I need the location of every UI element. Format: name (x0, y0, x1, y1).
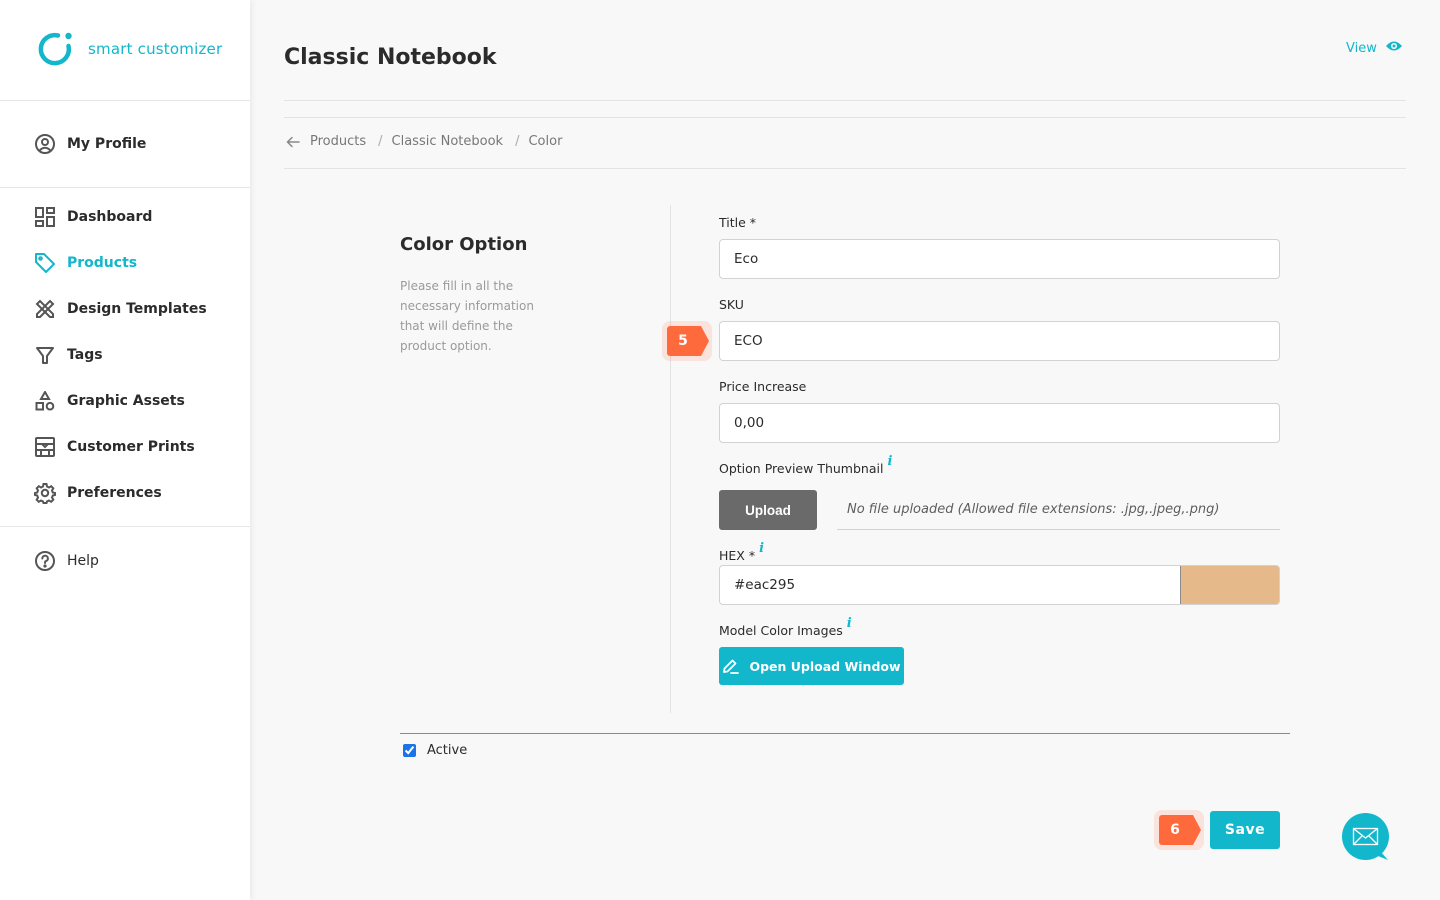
dashboard-icon (34, 206, 56, 228)
thumbnail-label: Option Preview Thumbnail i (719, 454, 892, 476)
sidebar-item-label: Help (67, 553, 99, 569)
step-marker-6: 6 (1154, 810, 1204, 850)
upload-button[interactable]: Upload (719, 490, 817, 530)
sidebar-item-label: Design Templates (67, 301, 207, 317)
section-title: Color Option (400, 234, 528, 255)
section-description: Please fill in all the necessary informa… (400, 279, 534, 353)
sidebar-divider (0, 526, 250, 527)
step-arrow (701, 326, 709, 356)
step-number: 5 (667, 326, 701, 356)
form-footer-divider (400, 733, 1290, 734)
title-label: Title * (719, 215, 756, 230)
help-circle-icon (34, 550, 56, 572)
price-increase-label-text: Price Increase (719, 379, 807, 394)
step-arrow (1193, 815, 1201, 845)
sku-label-text: SKU (719, 297, 744, 312)
sku-input[interactable] (719, 321, 1280, 361)
title-input[interactable] (719, 239, 1280, 279)
gear-icon (34, 482, 56, 504)
brand-name: smart customizer (88, 40, 223, 58)
sidebar-item-customer-prints[interactable]: Customer Prints (34, 435, 195, 459)
sku-label: SKU (719, 297, 744, 312)
breadcrumb-products[interactable]: Products (310, 134, 366, 149)
sidebar-item-my-profile[interactable]: My Profile (34, 132, 146, 156)
chat-widget-button[interactable] (1342, 813, 1390, 861)
hex-field (719, 565, 1280, 605)
sidebar-item-design-templates[interactable]: Design Templates (34, 297, 207, 321)
view-label: View (1346, 40, 1377, 56)
sidebar-item-label: Products (67, 255, 138, 271)
sidebar-item-label: Tags (67, 347, 103, 363)
sidebar-item-label: Customer Prints (67, 439, 195, 455)
sidebar-item-label: Dashboard (67, 209, 153, 225)
model-images-label: Model Color Images i (719, 616, 852, 638)
shapes-icon (34, 390, 56, 412)
thumbnail-label-text: Option Preview Thumbnail (719, 461, 884, 476)
mail-icon (1342, 813, 1389, 860)
sidebar-item-help[interactable]: Help (34, 549, 99, 573)
sidebar-item-label: Preferences (67, 485, 162, 501)
price-increase-label: Price Increase (719, 379, 806, 394)
hex-label: HEX * i (719, 541, 764, 563)
view-link[interactable]: View (1346, 40, 1403, 56)
sidebar-divider (0, 187, 250, 188)
sidebar: smart customizer My Profile Dashboard Pr… (0, 0, 250, 900)
back-arrow-icon[interactable] (286, 136, 300, 148)
sidebar-item-graphic-assets[interactable]: Graphic Assets (34, 389, 185, 413)
user-circle-icon (34, 133, 56, 155)
save-button[interactable]: Save (1210, 811, 1280, 849)
open-upload-window-label: Open Upload Window (749, 658, 901, 674)
pencil-icon (722, 658, 740, 674)
step-number: 6 (1159, 815, 1193, 845)
breadcrumb-color: Color (528, 134, 563, 149)
title-label-text: Title * (719, 215, 757, 230)
info-icon[interactable]: i (847, 616, 852, 631)
active-checkbox[interactable] (403, 744, 416, 757)
sidebar-item-preferences[interactable]: Preferences (34, 481, 162, 505)
sidebar-item-products[interactable]: Products (34, 251, 137, 275)
sidebar-divider (0, 100, 250, 101)
header-divider (284, 100, 1406, 101)
tag-icon (34, 252, 56, 274)
prints-icon (34, 436, 56, 458)
color-swatch[interactable] (1180, 566, 1279, 604)
breadcrumb-bottom-divider (284, 168, 1406, 169)
info-icon[interactable]: i (759, 541, 764, 556)
breadcrumb-top-divider (284, 117, 1406, 118)
page-title: Classic Notebook (284, 45, 497, 70)
brand-logo[interactable]: smart customizer (36, 30, 222, 68)
filter-icon (34, 344, 56, 366)
open-upload-window-button[interactable]: Open Upload Window (719, 647, 904, 685)
step-marker-5: 5 (662, 321, 712, 361)
hex-label-text: HEX * (719, 548, 756, 563)
upload-status: No file uploaded (Allowed file extension… (837, 490, 1280, 530)
sidebar-item-label: My Profile (67, 136, 147, 152)
sidebar-item-label: Graphic Assets (67, 393, 185, 409)
sidebar-item-dashboard[interactable]: Dashboard (34, 205, 152, 229)
breadcrumb: Products / Classic Notebook / Color (286, 134, 562, 149)
breadcrumb-separator: / (515, 134, 520, 149)
eye-icon (1385, 40, 1403, 56)
info-icon[interactable]: i (887, 454, 892, 469)
model-images-label-text: Model Color Images (719, 623, 843, 638)
breadcrumb-separator: / (378, 134, 383, 149)
price-increase-input[interactable] (719, 403, 1280, 443)
active-label: Active (427, 743, 468, 758)
design-tools-icon (34, 298, 56, 320)
hex-input[interactable] (720, 566, 1180, 604)
section-divider (670, 205, 671, 713)
breadcrumb-classic-notebook[interactable]: Classic Notebook (392, 134, 504, 149)
active-toggle[interactable]: Active (403, 743, 467, 758)
logo-icon (38, 32, 72, 66)
sidebar-item-tags[interactable]: Tags (34, 343, 103, 367)
